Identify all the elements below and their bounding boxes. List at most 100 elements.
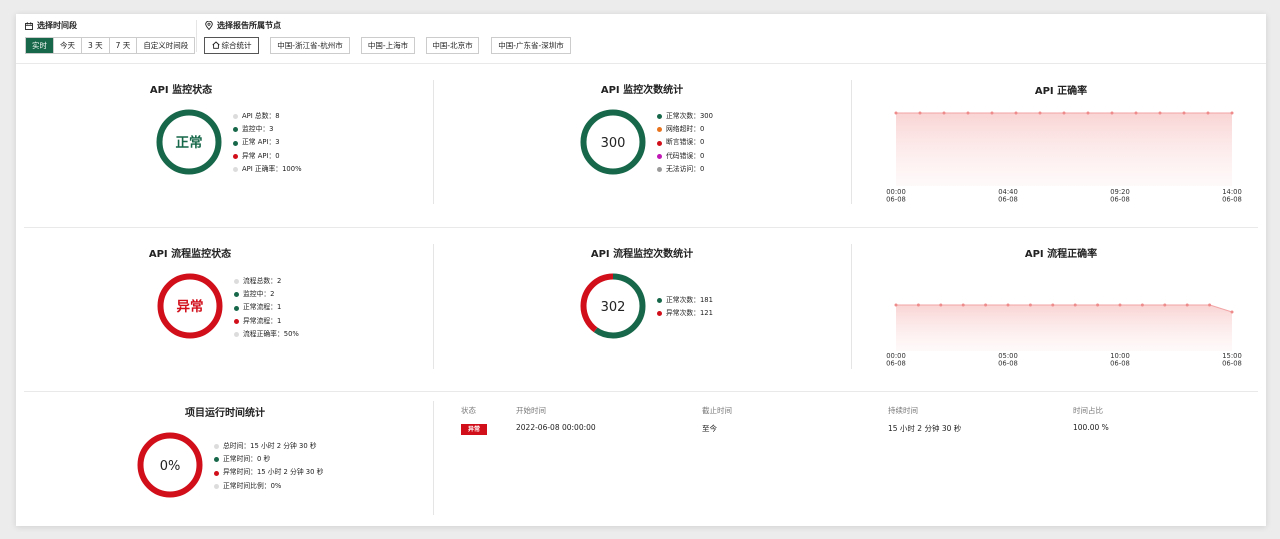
legend-dot (657, 153, 662, 159)
legend-item: 异常 API：0 (233, 150, 302, 163)
legend-dot (233, 114, 238, 120)
legend-text: 正常 API：3 (242, 138, 280, 147)
time-option-3days[interactable]: 3 天 (82, 38, 110, 53)
time-filter-title: 选择时间段 (25, 20, 77, 31)
rate-point (966, 111, 970, 115)
rate-point (1062, 111, 1066, 115)
flow-rate-title: API 流程正确率 (1024, 249, 1098, 260)
node-option-shenzhen[interactable]: 中国-广东省-深圳市 (491, 37, 571, 54)
api-count-ring: 300 (580, 109, 646, 175)
column-divider (433, 80, 434, 204)
legend-dot (657, 166, 662, 172)
legend-dot (233, 166, 238, 172)
table-cell-end: 至今 (702, 424, 717, 433)
dashboard-card: 选择时间段 实时 今天 3 天 7 天 自定义时间段 选择报告所属节点 综合统计… (16, 14, 1266, 526)
legend-dot (233, 153, 238, 159)
time-range-selector: 实时 今天 3 天 7 天 自定义时间段 (25, 37, 196, 54)
api-rate-title: API 正确率 (1034, 86, 1088, 97)
location-pin-icon (205, 21, 213, 30)
home-icon (211, 41, 220, 49)
rate-point (961, 303, 965, 307)
legend-dot (234, 318, 239, 324)
legend-text: 总时间：15 小时 2 分钟 30 秒 (223, 442, 317, 450)
rate-point (1110, 111, 1114, 115)
time-option-realtime[interactable]: 实时 (26, 38, 54, 53)
row-divider (24, 391, 1258, 392)
api-count-center: 300 (601, 136, 626, 151)
rate-point (894, 303, 898, 307)
rate-point (894, 111, 898, 115)
legend-dot (657, 140, 662, 146)
rate-point (918, 111, 922, 115)
runtime-center: 0% (160, 459, 181, 474)
calendar-icon (25, 21, 33, 30)
legend-dot (233, 127, 238, 133)
node-option-overall-label: 综合统计 (221, 41, 252, 50)
node-filter-title: 选择报告所属节点 (205, 20, 281, 31)
rate-point (1182, 111, 1186, 115)
table-header-end: 截止时间 (702, 406, 732, 415)
rate-point (984, 303, 988, 307)
rate-point (942, 111, 946, 115)
x-tick-date: 06-08 (998, 360, 1018, 368)
flow-count-title: API 流程监控次数统计 (590, 249, 694, 260)
rate-point (1230, 310, 1234, 314)
legend-text: 断言错误：0 (666, 138, 705, 147)
node-filter-label: 选择报告所属节点 (217, 21, 281, 30)
rate-point (939, 303, 943, 307)
legend-dot (214, 457, 219, 463)
row-divider (24, 227, 1258, 228)
column-divider (851, 244, 852, 369)
legend-text: 无法访问：0 (666, 164, 705, 173)
table-cell-start: 2022-06-08 00:00:00 (516, 423, 596, 432)
rate-point (1163, 303, 1167, 307)
x-tick-date: 06-08 (886, 360, 906, 368)
legend-item: 网络超时：0 (657, 123, 713, 136)
table-cell-ratio: 100.00 % (1073, 423, 1109, 432)
legend-text: 网络超时：0 (666, 125, 705, 134)
legend-dot (234, 292, 239, 298)
legend-dot (214, 483, 219, 489)
legend-text: 正常次数：300 (666, 112, 713, 120)
flow-count-legend: 正常次数：181 异常次数：121 (657, 294, 713, 320)
x-tick-date: 06-08 (1222, 360, 1242, 368)
api-count-legend: 正常次数：300 网络超时：0 断言错误：0 代码错误：0 无法访问：0 (657, 110, 713, 176)
time-option-7days[interactable]: 7 天 (110, 38, 138, 53)
legend-item: 总时间：15 小时 2 分钟 30 秒 (214, 440, 323, 453)
legend-text: 流程正确率：50% (243, 329, 299, 338)
legend-text: 正常次数：181 (666, 296, 713, 304)
legend-item: 正常时间：0 秒 (214, 453, 323, 466)
rate-point (1140, 303, 1144, 307)
legend-item: 断言错误：0 (657, 136, 713, 149)
legend-dot (657, 311, 662, 317)
legend-dot (234, 279, 239, 285)
rate-point (1028, 303, 1032, 307)
node-option-overall[interactable]: 综合统计 (204, 37, 259, 54)
node-option-hangzhou[interactable]: 中国-浙江省-杭州市 (270, 37, 350, 54)
node-option-beijing[interactable]: 中国-北京市 (426, 37, 479, 54)
filter-divider (196, 20, 197, 52)
node-option-shanghai[interactable]: 中国-上海市 (361, 37, 415, 54)
legend-text: API 正确率：100% (242, 164, 302, 173)
legend-item: 异常时间：15 小时 2 分钟 30 秒 (214, 466, 323, 479)
rate-point (1134, 111, 1138, 115)
rate-point (1118, 303, 1122, 307)
legend-dot (214, 470, 219, 476)
table-header-duration: 持续时间 (888, 406, 918, 415)
time-option-today[interactable]: 今天 (54, 38, 82, 53)
legend-text: 异常流程：1 (243, 316, 282, 325)
legend-dot (234, 305, 239, 311)
legend-item: 监控中：2 (234, 288, 299, 301)
api-status-center: 正常 (176, 134, 203, 151)
legend-item: API 总数：8 (233, 110, 302, 123)
legend-dot (234, 331, 239, 337)
legend-text: 正常时间：0 秒 (223, 455, 271, 464)
time-option-custom[interactable]: 自定义时间段 (137, 38, 194, 53)
rate-point (1051, 303, 1055, 307)
rate-point (1006, 303, 1010, 307)
legend-text: 异常时间：15 小时 2 分钟 30 秒 (223, 468, 324, 477)
legend-dot (657, 298, 662, 304)
status-badge: 异常 (461, 424, 487, 435)
legend-dot (657, 114, 662, 120)
legend-item: API 正确率：100% (233, 163, 302, 176)
